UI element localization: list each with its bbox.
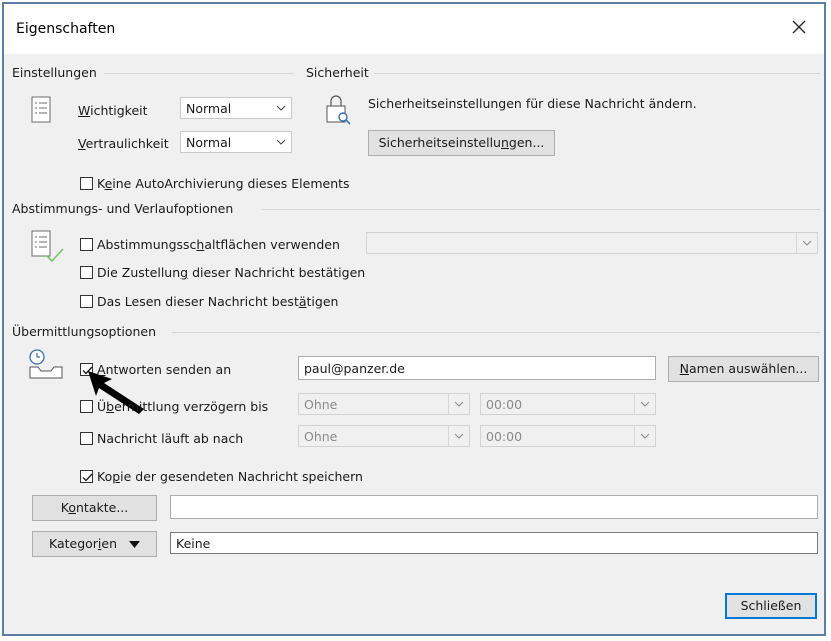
no-autoarchive-checkbox[interactable] — [80, 177, 93, 190]
security-settings-button[interactable]: Sicherheitseinstellungen... — [368, 130, 555, 156]
lock-icon — [322, 93, 354, 127]
expires-time-select[interactable]: 00:00 — [480, 425, 656, 447]
importance-select[interactable]: Normal — [180, 97, 292, 119]
save-copy-label: Kopie der gesendeten Nachricht speichern — [97, 469, 363, 484]
settings-group-line — [104, 73, 294, 74]
delivery-receipt-checkbox[interactable] — [80, 266, 93, 279]
delivery-group-line — [172, 332, 820, 333]
title-bar: Eigenschaften — [4, 4, 824, 54]
delay-date-select[interactable]: Ohne — [298, 393, 470, 415]
voting-buttons-select[interactable] — [366, 232, 818, 254]
chevron-down-icon — [448, 426, 469, 446]
chevron-down-icon — [634, 394, 655, 414]
read-receipt-label: Das Lesen dieser Nachricht bestätigen — [97, 294, 339, 309]
categories-button[interactable]: Kategorien — [32, 531, 157, 557]
chevron-down-icon — [796, 233, 817, 253]
sensitivity-select[interactable]: Normal — [180, 131, 292, 153]
importance-label: Wichtigkeit — [78, 103, 148, 118]
sensitivity-label: Vertraulichkeit — [78, 136, 169, 151]
read-receipt-checkbox[interactable] — [80, 295, 93, 308]
caret-down-icon — [129, 541, 141, 548]
close-button[interactable]: Schließen — [725, 593, 817, 619]
delay-delivery-checkbox[interactable] — [80, 400, 93, 413]
reply-to-input[interactable]: paul@panzer.de — [298, 356, 656, 380]
contacts-button[interactable]: Kontakte... — [32, 495, 157, 521]
delay-delivery-label: Übermittlung verzögern bis — [97, 399, 269, 414]
expires-date-select[interactable]: Ohne — [298, 425, 470, 447]
voting-buttons-checkbox[interactable] — [80, 238, 93, 251]
delivery-clock-tray-icon — [26, 347, 66, 381]
voting-group-line — [262, 209, 820, 210]
expires-checkbox[interactable] — [80, 432, 93, 445]
dialog-title: Eigenschaften — [16, 21, 116, 37]
voting-list-check-icon — [31, 230, 67, 264]
importance-list-icon — [31, 96, 53, 124]
settings-group-label: Einstellungen — [12, 65, 103, 80]
select-names-button[interactable]: Namen auswählen... — [668, 356, 819, 382]
properties-dialog: Eigenschaften Einstellungen Wichtigkeit … — [2, 2, 826, 636]
voting-group-label: Abstimmungs- und Verlaufoptionen — [12, 201, 240, 216]
delay-time-select[interactable]: 00:00 — [480, 393, 656, 415]
delivery-receipt-label: Die Zustellung dieser Nachricht bestätig… — [97, 265, 366, 280]
security-group-line — [374, 73, 820, 74]
security-description: Sicherheitseinstellungen für diese Nachr… — [368, 96, 697, 111]
categories-field: Keine — [170, 532, 818, 554]
chevron-down-icon — [271, 132, 291, 152]
voting-buttons-label: Abstimmungsschaltflächen verwenden — [97, 237, 340, 252]
contacts-input[interactable] — [170, 495, 818, 519]
close-icon[interactable] — [788, 16, 810, 38]
chevron-down-icon — [448, 394, 469, 414]
chevron-down-icon — [271, 98, 291, 118]
security-group-label: Sicherheit — [306, 65, 375, 80]
no-autoarchive-label: Keine AutoArchivierung dieses Elements — [97, 176, 350, 191]
delivery-group-label: Übermittlungsoptionen — [12, 324, 163, 339]
chevron-down-icon — [634, 426, 655, 446]
expires-label: Nachricht läuft ab nach — [97, 431, 244, 446]
save-copy-checkbox[interactable] — [80, 470, 93, 483]
